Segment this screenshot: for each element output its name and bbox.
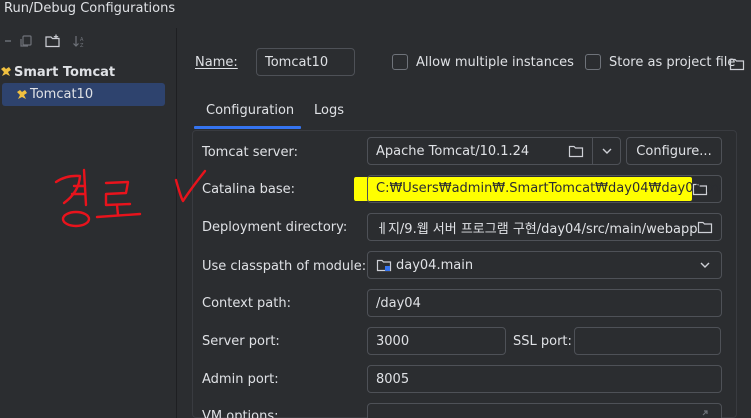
panel-divider[interactable] [176, 28, 177, 418]
admin-port-label: Admin port: [202, 372, 279, 387]
context-path-field[interactable]: /day04 [367, 289, 722, 317]
deployment-directory-value: ㅔ지/9.웹 서버 프로그램 구현/day04/src/main/webapp [376, 221, 697, 237]
catalina-base-label: Catalina base: [202, 182, 296, 197]
context-path-value: /day04 [376, 295, 421, 311]
folder-icon[interactable] [729, 56, 745, 72]
classpath-module-combo[interactable]: day04.main [367, 251, 722, 279]
folder-icon[interactable] [568, 143, 584, 159]
tab-configuration[interactable]: Configuration [206, 92, 294, 128]
minus-icon[interactable] [0, 32, 18, 50]
svg-text:Z: Z [80, 43, 84, 48]
name-label: Name: [195, 55, 238, 70]
ssl-port-label: SSL port: [513, 334, 572, 349]
deployment-directory-field[interactable]: ㅔ지/9.웹 서버 프로그램 구현/day04/src/main/webapp [367, 213, 722, 241]
server-port-field[interactable]: 3000 [367, 327, 506, 355]
server-port-value: 3000 [376, 333, 410, 349]
tree-group-smart-tomcat[interactable]: Smart Tomcat [0, 62, 115, 82]
tomcat-server-value: Apache Tomcat/10.1.24 [376, 143, 530, 159]
tomcat-server-combo[interactable]: Apache Tomcat/10.1.24 [367, 137, 593, 165]
catalina-base-field[interactable]: C:₩Users₩admin₩.SmartTomcat₩day04₩day04.… [353, 175, 722, 203]
server-port-label: Server port: [202, 334, 280, 349]
name-value: Tomcat10 [265, 54, 329, 70]
smart-tomcat-icon [0, 66, 12, 78]
name-field[interactable]: Tomcat10 [256, 48, 355, 76]
allow-multiple-checkbox[interactable] [392, 54, 408, 70]
catalina-base-value: C:₩Users₩admin₩.SmartTomcat₩day04₩day04.… [376, 181, 722, 196]
module-folder-icon [376, 257, 392, 273]
classpath-module-label: Use classpath of module: [202, 259, 367, 274]
active-tab-indicator [194, 126, 301, 129]
tree-item-tomcat10[interactable]: Tomcat10 [2, 83, 165, 106]
copy-icon[interactable] [17, 32, 35, 50]
vm-options-label: VM options: [202, 409, 279, 418]
title-bar: Run/Debug Configurations [0, 0, 751, 19]
new-folder-icon[interactable] [44, 32, 62, 50]
tomcat-server-dropdown[interactable] [592, 137, 621, 165]
tree-group-label: Smart Tomcat [14, 64, 116, 80]
store-project-checkbox[interactable] [585, 54, 601, 70]
tab-logs[interactable]: Logs [314, 92, 344, 128]
tomcat-icon [16, 89, 28, 101]
admin-port-field[interactable]: 8005 [367, 365, 722, 393]
chevron-down-icon [697, 257, 713, 273]
highlight-mark: C:₩Users₩admin₩.SmartTomcat₩day04₩day04.… [354, 177, 721, 201]
ssl-port-field[interactable] [574, 327, 721, 355]
tree-item-label: Tomcat10 [30, 87, 94, 102]
vm-options-field[interactable] [367, 403, 722, 418]
store-project-label: Store as project file [609, 55, 736, 70]
sort-icon[interactable]: AZ [70, 32, 88, 50]
deployment-directory-label: Deployment directory: [202, 220, 348, 235]
classpath-module-value: day04.main [396, 257, 474, 273]
folder-icon[interactable] [697, 219, 713, 235]
admin-port-value: 8005 [376, 371, 410, 387]
window-title: Run/Debug Configurations [4, 1, 176, 16]
configure-button[interactable]: Configure... [626, 137, 722, 165]
tomcat-server-label: Tomcat server: [202, 145, 298, 160]
chevron-down-icon [601, 144, 613, 159]
allow-multiple-label: Allow multiple instances [416, 55, 574, 70]
expand-icon[interactable] [697, 405, 713, 418]
context-path-label: Context path: [202, 296, 291, 311]
